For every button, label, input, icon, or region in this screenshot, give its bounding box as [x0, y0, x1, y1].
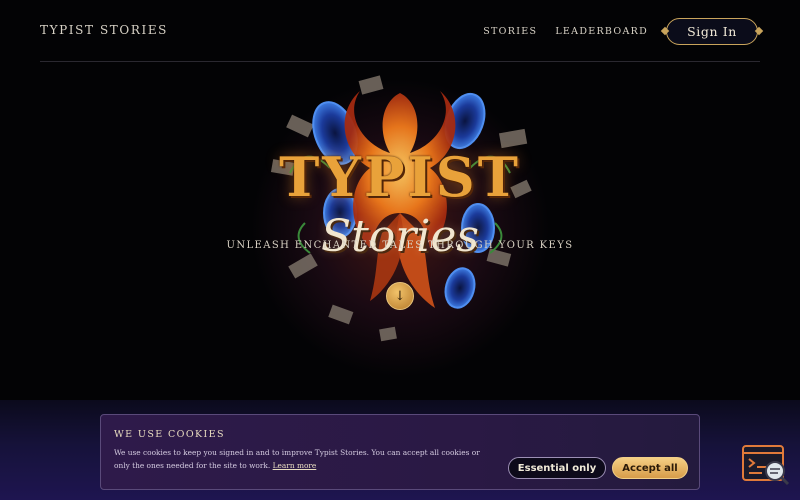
console-search-widget[interactable]: [742, 445, 790, 487]
sign-in-button[interactable]: Sign In: [666, 18, 758, 45]
essential-only-button[interactable]: Essential only: [508, 457, 606, 479]
console-search-icon: [742, 445, 790, 486]
brand-logo-text[interactable]: TYPIST STORIES: [40, 23, 168, 37]
cookie-banner: WE USE COOKIES We use cookies to keep yo…: [100, 414, 700, 490]
nav-link-leaderboard[interactable]: LEADERBOARD: [555, 26, 648, 37]
accept-all-button[interactable]: Accept all: [612, 457, 688, 479]
hero-tagline: UNLEASH ENCHANTED TALES THROUGH YOUR KEY…: [226, 240, 574, 251]
site-header: TYPIST STORIES STORIES LEADERBOARD Sign …: [40, 0, 760, 62]
main-nav: STORIES LEADERBOARD Sign In: [483, 18, 760, 45]
hero-section: TYPIST Stories UNLEASH ENCHANTED TALES T…: [0, 63, 800, 403]
nav-link-stories[interactable]: STORIES: [483, 26, 537, 37]
cookie-title: WE USE COOKIES: [114, 429, 225, 440]
phoenix-emblem-illustration: [270, 75, 532, 342]
cookie-description: We use cookies to keep you signed in and…: [114, 446, 494, 472]
learn-more-link[interactable]: Learn more: [273, 461, 317, 470]
scroll-down-button[interactable]: ↓: [386, 282, 414, 310]
arrow-down-icon: ↓: [394, 288, 406, 304]
